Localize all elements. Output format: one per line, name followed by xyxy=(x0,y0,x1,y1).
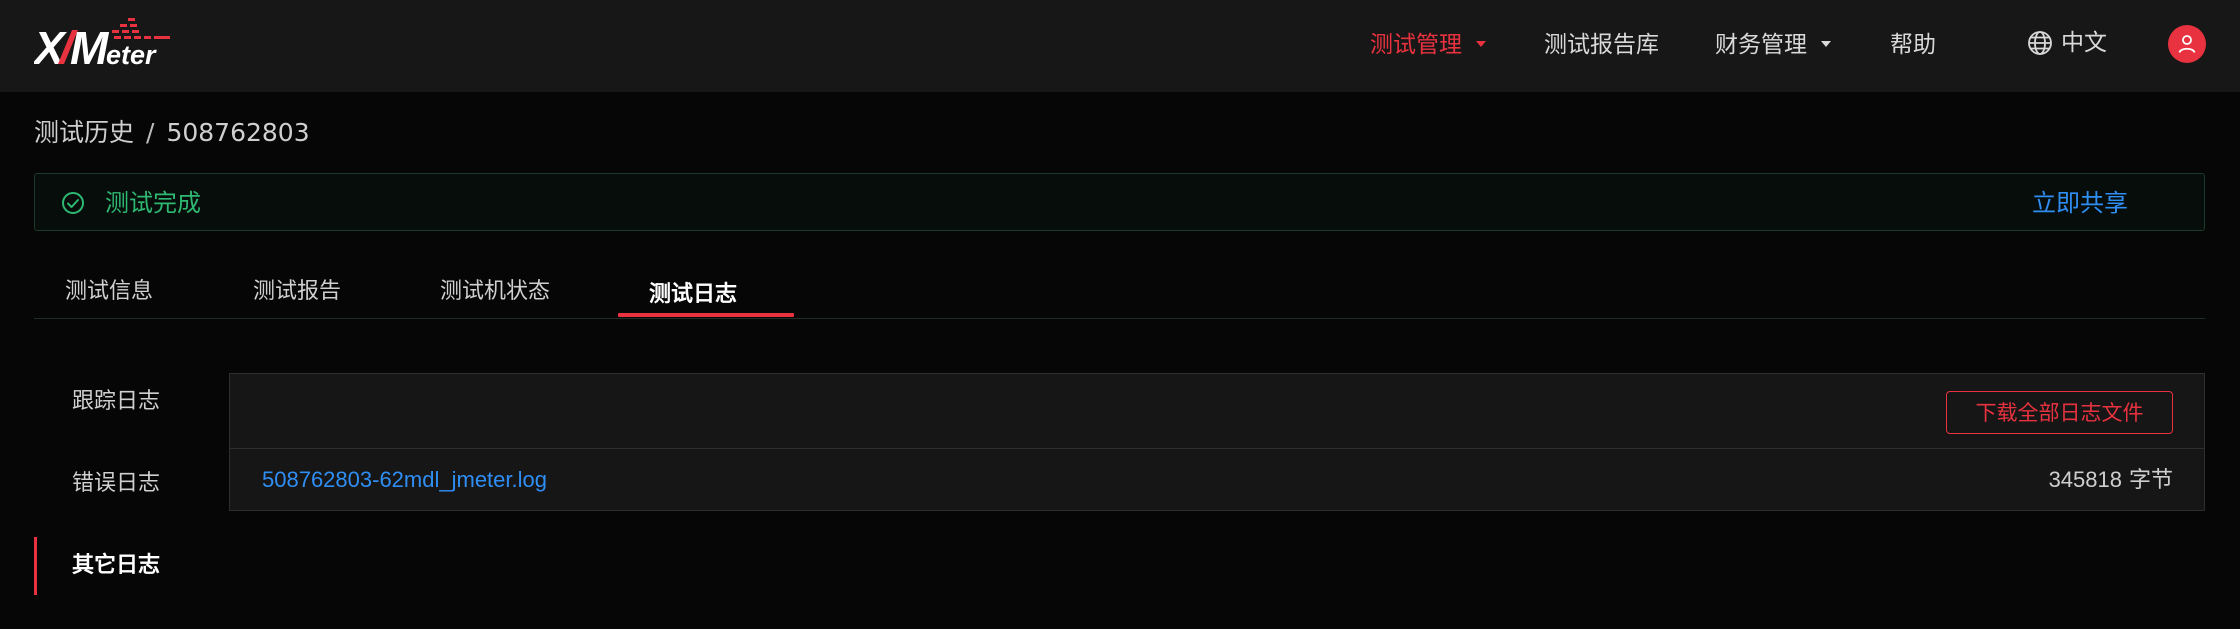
list-item: 508762803-62mdl_jmeter.log 345818 字节 xyxy=(230,449,2204,511)
breadcrumb-current: 508762803 xyxy=(166,118,310,147)
nav-finance-management[interactable]: 财务管理 xyxy=(1715,28,1831,62)
nav-test-report-library-label: 测试报告库 xyxy=(1544,32,1659,58)
log-file-panel: 下载全部日志文件 508762803-62mdl_jmeter.log 3458… xyxy=(229,373,2205,511)
detail-tabs: 测试信息 测试报告 测试机状态 测试日志 xyxy=(34,271,2205,319)
svg-text:M: M xyxy=(70,22,110,70)
active-log-type-indicator xyxy=(34,537,37,595)
status-text: 测试完成 xyxy=(105,189,201,217)
language-label: 中文 xyxy=(2061,30,2107,56)
share-now-link[interactable]: 立即共享 xyxy=(2032,186,2128,220)
log-type-error[interactable]: 错误日志 xyxy=(72,467,160,501)
breadcrumb-test-history[interactable]: 测试历史 xyxy=(34,118,134,147)
user-avatar[interactable] xyxy=(2168,25,2206,63)
download-all-logs-button[interactable]: 下载全部日志文件 xyxy=(1946,391,2173,434)
log-file-size: 345818 字节 xyxy=(2049,463,2173,497)
nav-test-management-label: 测试管理 xyxy=(1370,32,1462,58)
nav-finance-management-label: 财务管理 xyxy=(1715,32,1807,58)
nav-test-management[interactable]: 测试管理 xyxy=(1370,28,1486,62)
log-type-trace[interactable]: 跟踪日志 xyxy=(72,385,160,419)
test-status-banner: 测试完成 立即共享 xyxy=(34,173,2205,231)
breadcrumb-separator: / xyxy=(146,118,155,147)
user-icon xyxy=(2178,35,2196,53)
xmeter-logo[interactable]: X M eter xyxy=(31,16,176,74)
top-navbar: X M eter 测试管理 测试报告库 财务管理 帮助 中文 xyxy=(0,0,2240,92)
tab-machine-status[interactable]: 测试机状态 xyxy=(440,275,550,309)
log-file-size-value: 345818 xyxy=(2048,467,2122,492)
nav-test-report-library[interactable]: 测试报告库 xyxy=(1544,28,1659,62)
tab-test-log[interactable]: 测试日志 xyxy=(649,278,737,312)
breadcrumb: 测试历史 / 508762803 xyxy=(34,116,310,150)
log-type-other[interactable]: 其它日志 xyxy=(72,549,160,583)
active-tab-indicator xyxy=(618,313,794,317)
tab-test-report[interactable]: 测试报告 xyxy=(253,275,341,309)
globe-icon xyxy=(2028,31,2052,55)
log-panel-header: 下载全部日志文件 xyxy=(230,374,2204,449)
check-circle-icon xyxy=(62,192,84,214)
chevron-down-icon xyxy=(1821,40,1831,47)
chevron-down-icon xyxy=(1476,40,1486,47)
tab-test-info[interactable]: 测试信息 xyxy=(65,275,153,309)
log-file-link[interactable]: 508762803-62mdl_jmeter.log xyxy=(262,463,547,497)
language-switcher[interactable]: 中文 xyxy=(2027,26,2107,60)
svg-text:eter: eter xyxy=(106,40,157,70)
log-file-size-unit: 字节 xyxy=(2128,468,2173,493)
nav-help-label: 帮助 xyxy=(1890,32,1936,58)
nav-help[interactable]: 帮助 xyxy=(1890,28,1936,62)
